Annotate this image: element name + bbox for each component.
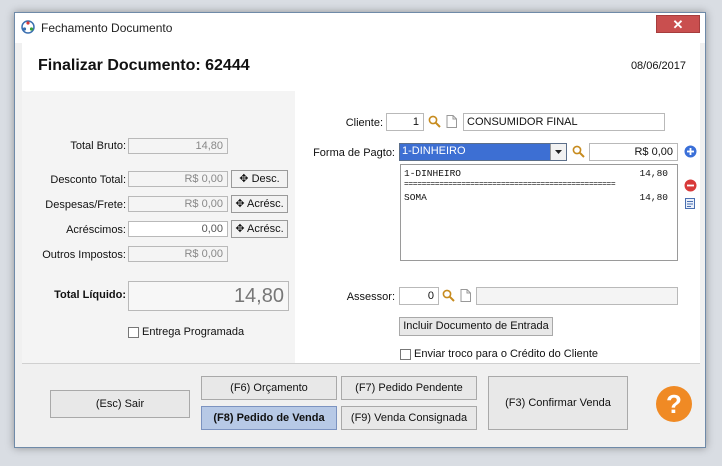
forma-pagto-select[interactable]: 1-DINHEIRO — [399, 143, 567, 161]
list-item: SOMA 14,80 — [404, 192, 668, 203]
search-icon[interactable] — [442, 289, 455, 302]
assessor-code-input[interactable]: 0 — [399, 287, 439, 305]
desconto-button[interactable]: ✥ Desc. — [231, 170, 288, 188]
help-icon[interactable]: ? — [656, 386, 692, 422]
despesas-field: R$ 0,00 — [128, 196, 228, 212]
enviar-troco-label: Enviar troco para o Crédito do Cliente — [414, 348, 599, 360]
cliente-label: Cliente: — [345, 117, 383, 129]
plus-move-icon: ✥ — [235, 198, 245, 210]
remove-icon[interactable] — [684, 179, 697, 192]
total-liquido-label: Total Líquido: — [54, 289, 126, 301]
impostos-label: Outros Impostos: — [42, 249, 126, 261]
forma-pagto-selected: 1-DINHEIRO — [402, 145, 466, 157]
footer-bar: (Esc) Sair (F6) Orçamento (F7) Pedido Pe… — [22, 363, 700, 444]
window-title: Fechamento Documento — [41, 21, 173, 35]
cliente-name-field[interactable]: CONSUMIDOR FINAL — [463, 113, 665, 131]
document-date: 08/06/2017 — [630, 60, 686, 72]
despesas-label: Despesas/Frete: — [45, 199, 126, 211]
despesas-acresc-button[interactable]: ✥ Acrésc. — [231, 195, 288, 213]
acrescimos-acresc-button[interactable]: ✥ Acrésc. — [231, 220, 288, 238]
app-icon — [21, 20, 35, 34]
search-icon[interactable] — [428, 115, 441, 128]
chevron-down-icon[interactable] — [550, 144, 566, 160]
confirmar-venda-button[interactable]: (F3) Confirmar Venda — [488, 376, 628, 430]
totals-panel: Total Bruto: 14,80 Desconto Total: R$ 0,… — [22, 91, 295, 363]
incluir-documento-button[interactable]: Incluir Documento de Entrada — [399, 317, 553, 336]
pedido-pendente-button[interactable]: (F7) Pedido Pendente — [341, 376, 477, 400]
add-icon[interactable] — [684, 145, 697, 158]
assessor-label: Assessor: — [346, 291, 395, 303]
payment-panel: Cliente: 1 CONSUMIDOR FINAL Forma de Pag… — [295, 91, 700, 363]
acrescimos-button-label: Acrésc. — [246, 223, 284, 235]
fechamento-window: Fechamento Documento ✕ Finalizar Documen… — [14, 12, 706, 448]
sair-button[interactable]: (Esc) Sair — [50, 390, 190, 418]
desconto-label: Desconto Total: — [50, 174, 126, 186]
cliente-code-input[interactable]: 1 — [386, 113, 424, 131]
assessor-name-field — [476, 287, 678, 305]
orcamento-button[interactable]: (F6) Orçamento — [201, 376, 337, 400]
search-icon[interactable] — [572, 145, 585, 158]
list-separator: ========================================… — [404, 180, 616, 189]
forma-pagto-label: Forma de Pagto: — [313, 147, 395, 159]
document-icon[interactable] — [460, 289, 471, 302]
entrega-programada-label: Entrega Programada — [142, 326, 245, 338]
total-bruto-label: Total Bruto: — [70, 140, 126, 152]
venda-consignada-button[interactable]: (F9) Venda Consignada — [341, 406, 477, 430]
impostos-field: R$ 0,00 — [128, 246, 228, 262]
plus-move-icon: ✥ — [235, 223, 245, 235]
list-item: 1-DINHEIRO 14,80 — [404, 168, 668, 179]
close-button[interactable]: ✕ — [656, 15, 700, 33]
desconto-field: R$ 0,00 — [128, 171, 228, 187]
pedido-venda-button[interactable]: (F8) Pedido de Venda — [201, 406, 337, 430]
plus-move-icon: ✥ — [239, 173, 249, 185]
payment-amount-input[interactable]: R$ 0,00 — [589, 143, 678, 161]
total-bruto-field: 14,80 — [128, 138, 228, 154]
document-icon[interactable] — [446, 115, 457, 128]
entrega-programada-checkbox[interactable] — [128, 327, 139, 338]
title-bar: Fechamento Documento ✕ — [15, 13, 705, 43]
notes-icon[interactable] — [684, 197, 697, 210]
document-header: Finalizar Documento: 62444 08/06/2017 — [22, 43, 700, 91]
desconto-button-label: Desc. — [251, 173, 280, 185]
enviar-troco-checkbox[interactable] — [400, 349, 411, 360]
total-liquido-field: 14,80 — [128, 281, 289, 311]
page-title: Finalizar Documento: 62444 — [38, 57, 250, 74]
payment-list[interactable]: 1-DINHEIRO 14,80 =======================… — [400, 164, 678, 261]
acrescimos-field[interactable]: 0,00 — [128, 221, 228, 237]
acrescimos-label: Acréscimos: — [66, 224, 126, 236]
despesas-button-label: Acrésc. — [246, 198, 284, 210]
